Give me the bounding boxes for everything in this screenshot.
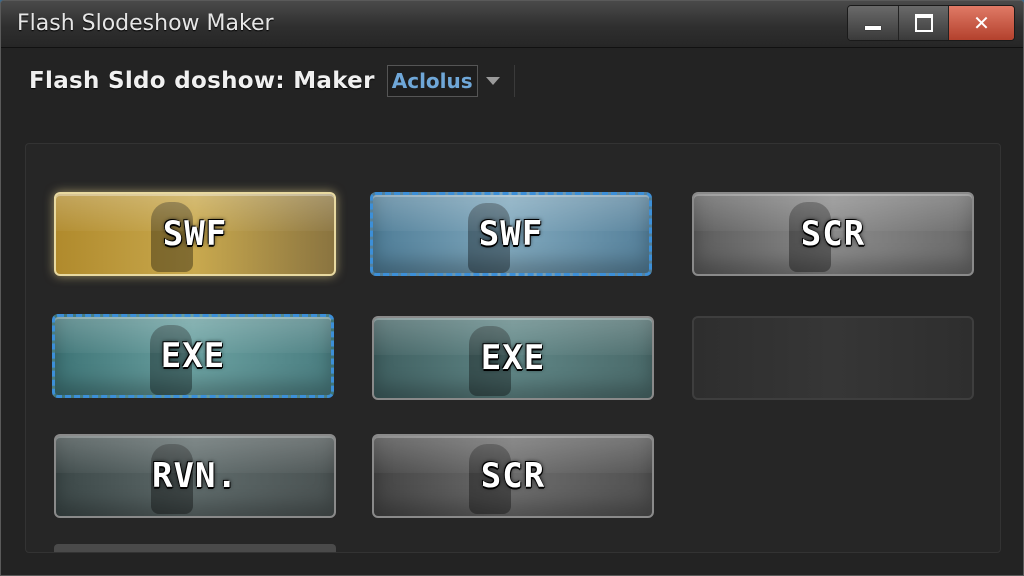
tile-label: RVN. xyxy=(152,456,238,496)
output-format-panel: SWF SWF SCR EXE EXE RVN. SCR xyxy=(25,143,1001,553)
window-controls: ✕ xyxy=(847,5,1015,41)
app-label: Flash Sldo doshow: Maker xyxy=(29,68,375,94)
title-bar[interactable]: Flash Slodeshow Maker ✕ xyxy=(1,1,1023,48)
format-tile-rvn[interactable]: RVN. xyxy=(54,434,336,518)
tile-label: SWF xyxy=(478,214,544,254)
tile-label: SCR xyxy=(480,456,546,496)
close-button[interactable]: ✕ xyxy=(948,6,1014,40)
format-tile-swf-selected[interactable]: SWF xyxy=(54,192,336,276)
minimize-icon xyxy=(865,26,881,30)
profile-dropdown[interactable]: Aclolus xyxy=(386,65,515,97)
format-tile-empty xyxy=(692,316,974,400)
tile-label: SWF xyxy=(162,214,228,254)
tile-label: EXE xyxy=(160,336,226,376)
header-row: Flash Sldo doshow: Maker Aclolus xyxy=(29,63,515,99)
format-tile-exe-focused[interactable]: EXE xyxy=(52,314,334,398)
close-icon: ✕ xyxy=(973,11,990,35)
maximize-button[interactable] xyxy=(898,6,948,40)
tile-label: EXE xyxy=(480,338,546,378)
chevron-down-icon[interactable] xyxy=(485,77,500,85)
dropdown-value[interactable]: Aclolus xyxy=(386,65,478,97)
tile-label: SCR xyxy=(800,214,866,254)
window-title: Flash Slodeshow Maker xyxy=(17,11,274,36)
format-tile-exe[interactable]: EXE xyxy=(372,316,654,400)
maximize-icon xyxy=(914,14,933,32)
format-tile-scr[interactable]: SCR xyxy=(692,192,974,276)
format-tile-swf[interactable]: SWF xyxy=(370,192,652,276)
format-tile-scr-2[interactable]: SCR xyxy=(372,434,654,518)
scroll-hint-tile xyxy=(54,544,336,552)
minimize-button[interactable] xyxy=(848,6,898,40)
app-window: Flash Slodeshow Maker ✕ Flash Sldo dosho… xyxy=(0,0,1024,576)
